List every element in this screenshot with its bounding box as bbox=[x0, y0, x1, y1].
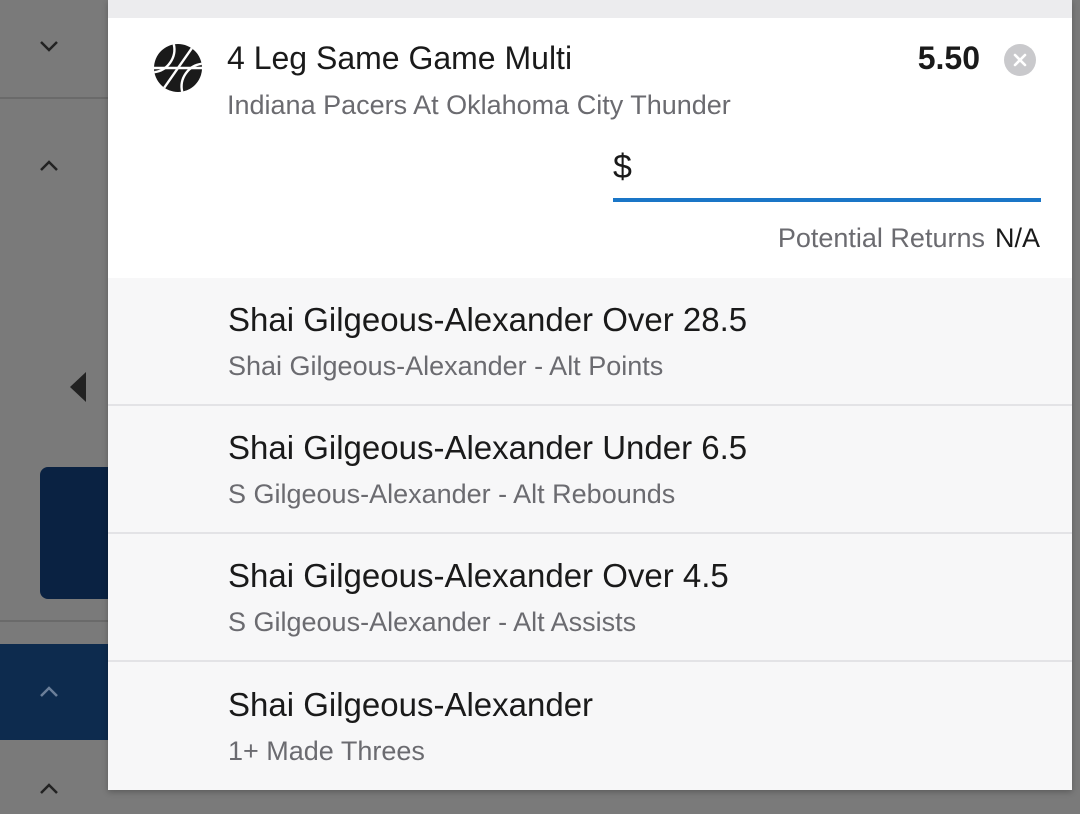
potential-returns-label: Potential Returns bbox=[777, 223, 985, 253]
leg-selection: Shai Gilgeous-Alexander Over 4.5 bbox=[228, 557, 729, 594]
leg-item: Shai Gilgeous-Alexander Over 4.5 S Gilge… bbox=[108, 534, 1072, 662]
close-icon bbox=[1013, 53, 1027, 67]
chevron-down-icon[interactable] bbox=[36, 33, 62, 59]
leg-market: S Gilgeous-Alexander - Alt Rebounds bbox=[228, 479, 676, 509]
bet-slip-panel: 4 Leg Same Game Multi 5.50 Indiana Pacer… bbox=[108, 0, 1072, 790]
leg-selection: Shai Gilgeous-Alexander Under 6.5 bbox=[228, 429, 748, 466]
potential-returns-value: N/A bbox=[994, 223, 1040, 253]
leg-market: Shai Gilgeous-Alexander - Alt Points bbox=[228, 351, 664, 381]
caret-left-icon[interactable] bbox=[68, 372, 88, 402]
stake-field[interactable]: $ bbox=[613, 148, 1041, 202]
leg-selection: Shai Gilgeous-Alexander Over 28.5 bbox=[228, 301, 748, 338]
potential-returns: Potential Returns N/A bbox=[778, 223, 1040, 254]
remove-bet-button[interactable] bbox=[1004, 44, 1036, 76]
divider bbox=[0, 97, 108, 99]
multi-bet-header: 4 Leg Same Game Multi 5.50 Indiana Pacer… bbox=[108, 18, 1072, 280]
chevron-up-icon[interactable] bbox=[36, 153, 62, 179]
bet-title: 4 Leg Same Game Multi bbox=[227, 40, 573, 76]
leg-market: S Gilgeous-Alexander - Alt Assists bbox=[228, 607, 637, 637]
leg-item: Shai Gilgeous-Alexander Under 6.5 S Gilg… bbox=[108, 406, 1072, 534]
leg-item: Shai Gilgeous-Alexander 1+ Made Threes bbox=[108, 663, 1072, 789]
leg-selection: Shai Gilgeous-Alexander bbox=[228, 686, 594, 723]
panel-top-strip bbox=[108, 0, 1072, 18]
basketball-icon bbox=[152, 42, 204, 94]
leg-item: Shai Gilgeous-Alexander Over 28.5 Shai G… bbox=[108, 278, 1072, 406]
leg-market: 1+ Made Threes bbox=[228, 736, 425, 766]
bet-odds: 5.50 bbox=[917, 40, 980, 76]
event-name: Indiana Pacers At Oklahoma City Thunder bbox=[227, 90, 731, 120]
currency-symbol: $ bbox=[613, 148, 632, 186]
chevron-up-icon[interactable] bbox=[36, 776, 62, 802]
chevron-up-icon[interactable] bbox=[36, 679, 62, 705]
divider bbox=[0, 620, 108, 622]
background-section-bar bbox=[0, 644, 108, 740]
stake-input[interactable] bbox=[645, 150, 1039, 192]
